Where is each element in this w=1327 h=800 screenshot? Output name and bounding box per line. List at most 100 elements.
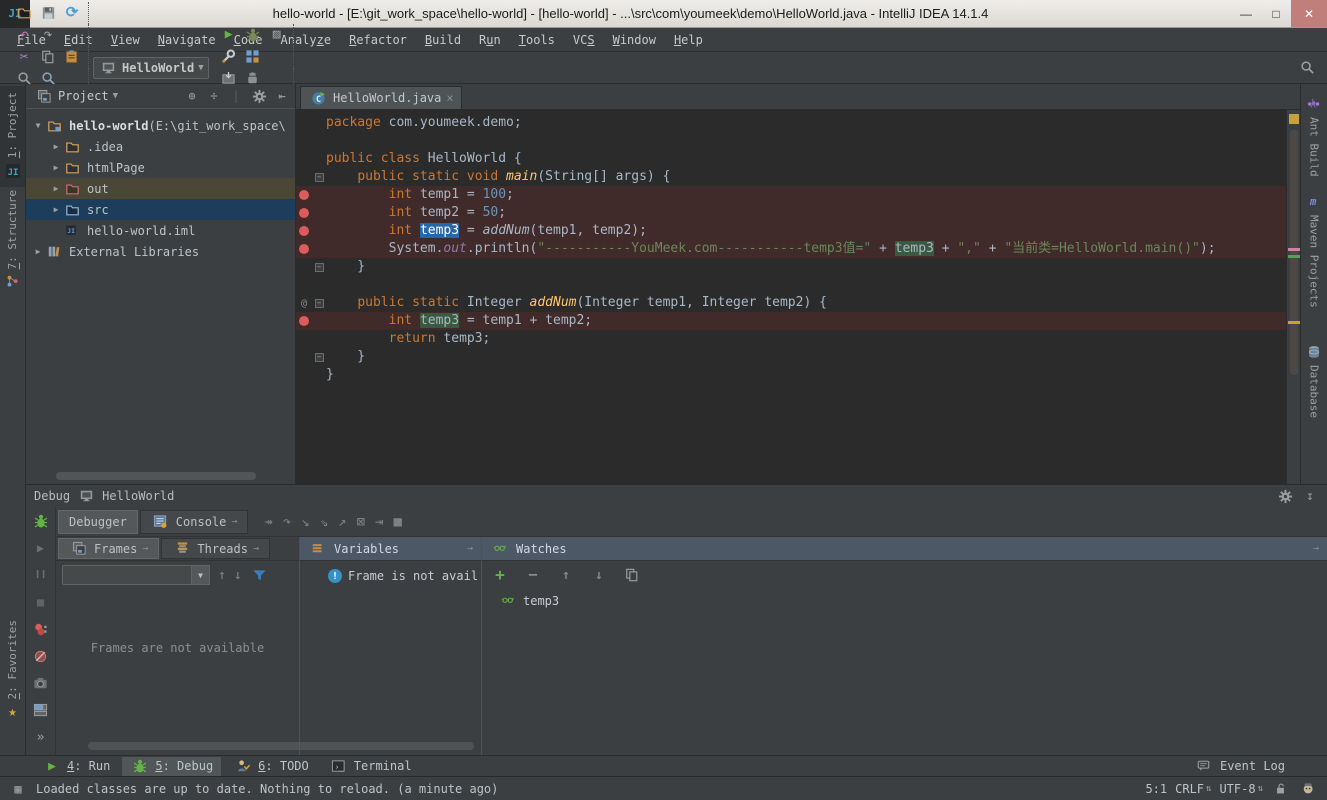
code-line-15[interactable]: } — [296, 366, 1286, 384]
hide-debug-panel-icon[interactable]: ↧ — [1301, 489, 1319, 503]
code-line-10[interactable] — [296, 276, 1286, 294]
menu-item-help[interactable]: Help — [665, 31, 712, 49]
locate-file-icon[interactable]: ⊕ — [183, 89, 201, 103]
minimize-button[interactable]: — — [1231, 0, 1261, 27]
force-step-into-icon[interactable]: ⇘ — [320, 514, 328, 530]
lock-open-icon[interactable] — [1271, 779, 1291, 799]
run-to-cursor-icon[interactable]: ⇥ — [375, 514, 383, 530]
stripe-tab-ant-build[interactable]: Ant Build — [1301, 88, 1327, 183]
thread-dump-icon[interactable] — [31, 673, 51, 693]
menu-item-window[interactable]: Window — [604, 31, 665, 49]
breakpoint-icon[interactable] — [296, 186, 312, 204]
breakpoint-icon[interactable] — [296, 222, 312, 240]
editor-tab-helloworld-java[interactable]: C HelloWorld.java × — [300, 86, 462, 109]
breakpoint-icon[interactable] — [296, 204, 312, 222]
hide-panel-icon[interactable]: ⇤ — [273, 89, 291, 103]
tree-item-hello-world[interactable]: ▼hello-world (E:\git_work_space\ — [26, 115, 295, 136]
tree-item-hello-world-iml[interactable]: JIhello-world.iml — [26, 220, 295, 241]
toolwindow-button-6-todo[interactable]: 6: TODO — [225, 757, 317, 776]
stripe-tab-2-favorites[interactable]: 2: Favorites★ — [0, 614, 25, 728]
debug-tab-debugger[interactable]: Debugger — [58, 510, 138, 534]
cut-icon[interactable]: ✂ — [14, 47, 34, 67]
copy-w-icon[interactable] — [622, 565, 642, 585]
stripe-mark-green[interactable] — [1288, 255, 1300, 258]
breakpoint-icon[interactable] — [296, 240, 312, 258]
code-line-4[interactable]: − public static void main(String[] args)… — [296, 168, 1286, 186]
pause-output-icon[interactable]: ■ — [393, 514, 401, 530]
save-icon[interactable] — [38, 3, 58, 23]
run-configuration-combo[interactable]: HelloWorld ▼ — [93, 57, 209, 79]
watches-header[interactable]: Watches → — [482, 537, 1327, 561]
editor-scrollbar-thumb[interactable] — [1290, 130, 1298, 375]
fold-marker-icon[interactable]: − — [312, 168, 326, 186]
chevron-down-icon[interactable]: ▼ — [113, 91, 118, 101]
tree-item-out[interactable]: ▶out — [26, 178, 295, 199]
stripe-mark-orange[interactable] — [1288, 321, 1300, 324]
project-structure-icon[interactable] — [243, 47, 263, 67]
code-line-2[interactable] — [296, 132, 1286, 150]
code-line-13[interactable]: return temp3; — [296, 330, 1286, 348]
open-icon[interactable] — [14, 3, 34, 23]
menu-item-view[interactable]: View — [102, 31, 149, 49]
down-icon[interactable]: ↓ — [589, 565, 609, 585]
fold-marker-icon[interactable]: − — [312, 258, 326, 276]
run-icon[interactable]: ▶ — [219, 25, 239, 45]
rerun-icon[interactable] — [31, 511, 51, 531]
remove-icon[interactable]: − — [523, 565, 543, 585]
fold-marker-icon[interactable]: − — [312, 348, 326, 366]
tree-item-external-libraries[interactable]: ▶External Libraries — [26, 241, 295, 262]
horizontal-scrollbar[interactable] — [56, 472, 256, 480]
variables-header[interactable]: Variables → — [300, 537, 481, 561]
project-panel-title[interactable]: Project — [58, 89, 109, 103]
expand-arrow-icon[interactable]: ▶ — [50, 142, 62, 151]
tree-item-src[interactable]: ▶src — [26, 199, 295, 220]
collapse-arrow-icon[interactable]: ▼ — [32, 121, 44, 130]
gear-icon[interactable] — [1275, 486, 1295, 506]
filter-icon[interactable] — [250, 565, 270, 585]
debug-icon[interactable] — [243, 25, 263, 45]
stripe-mark-pink[interactable] — [1288, 248, 1300, 251]
tree-item-idea[interactable]: ▶.idea — [26, 136, 295, 157]
menu-item-tools[interactable]: Tools — [510, 31, 564, 49]
code-line-8[interactable]: System.out.println("-----------YouMeek.c… — [296, 240, 1286, 258]
debug-horizontal-scrollbar[interactable] — [88, 742, 474, 750]
code-line-7[interactable]: int temp3 = addNum(temp1, temp2); — [296, 222, 1286, 240]
breakpoint-icon[interactable] — [296, 312, 312, 330]
stripe-tab-maven-projects[interactable]: mMaven Projects — [1301, 186, 1327, 314]
editor-error-stripe[interactable] — [1286, 110, 1300, 484]
add-icon[interactable]: + — [490, 565, 510, 585]
code-line-6[interactable]: int temp2 = 50; — [296, 204, 1286, 222]
event-log-button[interactable]: Event Log — [1194, 756, 1285, 776]
view-breakpoints-icon[interactable] — [31, 619, 51, 639]
show-execution-point-icon[interactable]: ↠ — [264, 514, 272, 530]
sync-icon[interactable]: ⟳ — [62, 3, 82, 23]
maximize-button[interactable]: □ — [1261, 0, 1291, 27]
code-line-11[interactable]: @− public static Integer addNum(Integer … — [296, 294, 1286, 312]
stripe-tab-1-project[interactable]: 1: ProjectJI — [0, 86, 25, 187]
settings-icon[interactable] — [219, 47, 239, 67]
expand-arrow-icon[interactable]: ▶ — [32, 247, 44, 256]
encoding-selector[interactable]: UTF-8⇅ — [1219, 782, 1263, 796]
code-line-9[interactable]: − } — [296, 258, 1286, 276]
float-pane-icon[interactable]: → — [1313, 543, 1319, 554]
step-out-icon[interactable]: ↗ — [338, 514, 346, 530]
redo-icon[interactable]: ↷ — [38, 25, 58, 45]
combo-dropdown-button[interactable]: ▼ — [192, 565, 210, 585]
undo-icon[interactable]: ↶ — [14, 25, 34, 45]
code-line-1[interactable]: package com.youmeek.demo; — [296, 114, 1286, 132]
up-icon[interactable]: ↑ — [556, 565, 576, 585]
float-pane-icon[interactable]: → — [467, 543, 473, 554]
variables-menu-icon[interactable] — [308, 539, 328, 559]
menu-item-vcs[interactable]: VCS — [564, 31, 604, 49]
stripe-tab-database[interactable]: Database — [1301, 336, 1327, 424]
drop-frame-icon[interactable]: ⊠ — [357, 514, 365, 530]
paste-icon[interactable] — [62, 47, 82, 67]
collapse-all-icon[interactable]: ÷ — [205, 89, 223, 103]
fold-marker-icon[interactable]: − — [312, 294, 326, 312]
gear-icon[interactable] — [249, 86, 269, 106]
menu-item-refactor[interactable]: Refactor — [340, 31, 416, 49]
resume-icon[interactable]: ▶ — [31, 538, 51, 558]
menu-item-run[interactable]: Run — [470, 31, 510, 49]
menu-item-build[interactable]: Build — [416, 31, 470, 49]
watch-item-temp3[interactable]: temp3 — [482, 589, 1327, 611]
